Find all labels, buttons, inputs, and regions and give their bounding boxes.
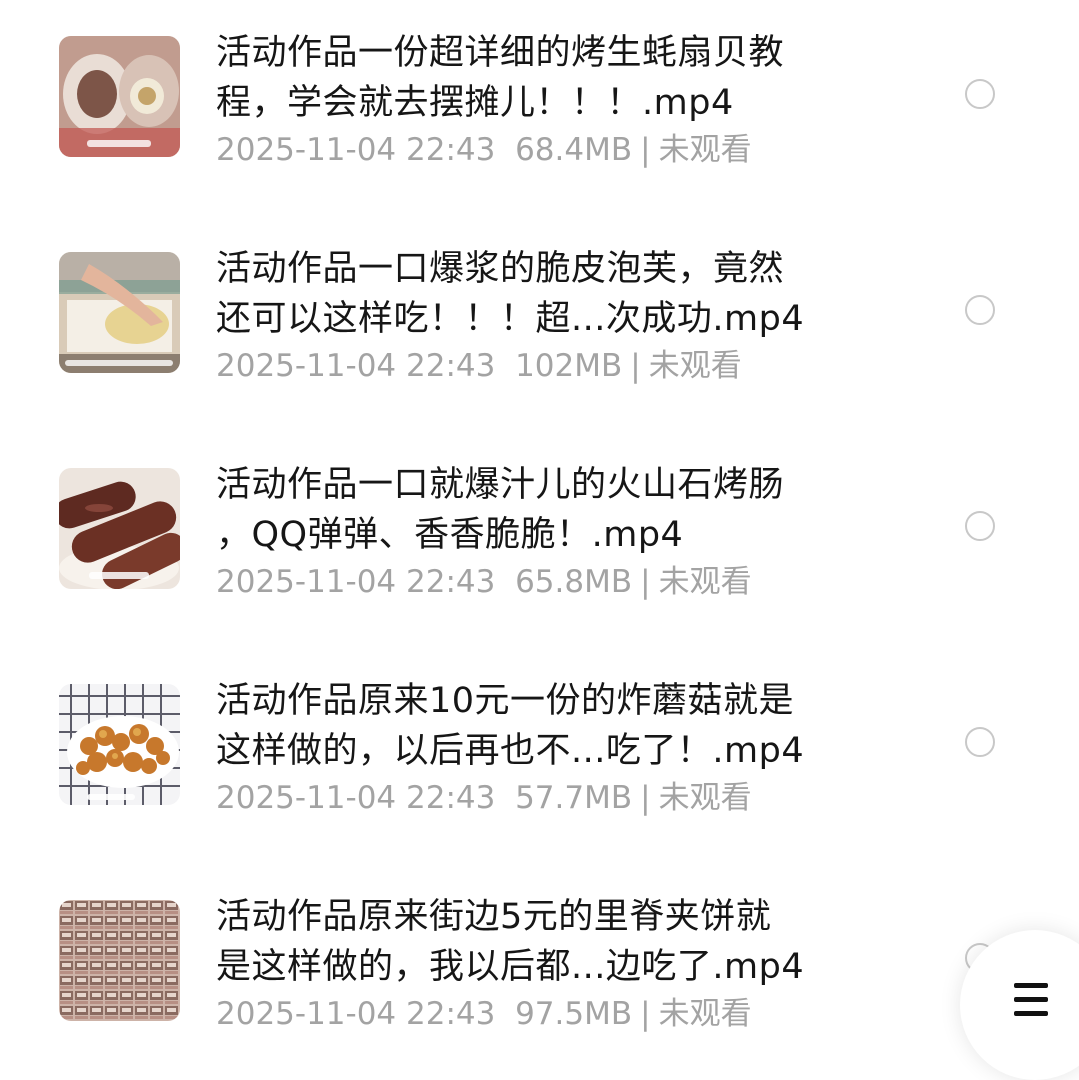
select-radio[interactable]	[965, 295, 995, 325]
video-thumbnail[interactable]	[59, 900, 180, 1021]
list-item[interactable]: 活动作品原来10元一份的炸蘑菇就是 这样做的，以后再也不...吃了！.mp4 2…	[0, 648, 1079, 864]
meta-separator: |	[640, 996, 651, 1032]
select-radio[interactable]	[965, 511, 995, 541]
meta-separator: |	[640, 132, 651, 168]
video-meta: 2025-11-04 22:43 97.5MB | 未观看	[216, 990, 752, 1038]
list-item[interactable]: 活动作品原来街边5元的里脊夹饼就 是这样做的，我以后都...边吃了.mp4 20…	[0, 864, 1079, 1080]
video-size: 97.5MB	[515, 996, 633, 1032]
video-thumbnail[interactable]	[59, 252, 180, 373]
select-radio[interactable]	[965, 79, 995, 109]
scallop-thumbnail-icon	[59, 36, 180, 157]
video-title: 活动作品一口爆浆的脆皮泡芙，竟然 还可以这样吃！！！超...次成功.mp4	[216, 249, 805, 339]
video-meta: 2025-11-04 22:43 65.8MB | 未观看	[216, 558, 752, 606]
watch-status: 未观看	[658, 564, 752, 600]
video-size: 68.4MB	[515, 132, 633, 168]
watch-status: 未观看	[648, 348, 742, 384]
video-size: 102MB	[515, 348, 623, 384]
video-title: 活动作品一份超详细的烤生蚝扇贝教 程，学会就去摆摊儿！！！.mp4	[216, 33, 785, 123]
video-date: 2025-11-04 22:43	[216, 996, 496, 1032]
pancake-grid-thumbnail-icon	[59, 900, 180, 1021]
meta-separator: |	[640, 780, 651, 816]
sausage-thumbnail-icon	[59, 468, 180, 589]
video-title: 活动作品原来街边5元的里脊夹饼就 是这样做的，我以后都...边吃了.mp4	[216, 897, 805, 987]
video-meta: 2025-11-04 22:43 102MB | 未观看	[216, 342, 742, 390]
video-title: 活动作品一口就爆汁儿的火山石烤肠 ，QQ弹弹、香香脆脆！.mp4	[216, 465, 785, 555]
select-radio[interactable]	[965, 727, 995, 757]
list-item[interactable]: 活动作品一口爆浆的脆皮泡芙，竟然 还可以这样吃！！！超...次成功.mp4 20…	[0, 216, 1079, 432]
meta-separator: |	[640, 564, 651, 600]
video-thumbnail[interactable]	[59, 468, 180, 589]
video-date: 2025-11-04 22:43	[216, 564, 496, 600]
video-list: 活动作品一份超详细的烤生蚝扇贝教 程，学会就去摆摊儿！！！.mp4 2025-1…	[0, 0, 1079, 1080]
video-date: 2025-11-04 22:43	[216, 132, 496, 168]
video-thumbnail[interactable]	[59, 684, 180, 805]
video-date: 2025-11-04 22:43	[216, 348, 496, 384]
video-date: 2025-11-04 22:43	[216, 780, 496, 816]
video-title: 活动作品原来10元一份的炸蘑菇就是 这样做的，以后再也不...吃了！.mp4	[216, 681, 805, 771]
video-thumbnail[interactable]	[59, 36, 180, 157]
fried-mushroom-thumbnail-icon	[59, 684, 180, 805]
meta-separator: |	[630, 348, 641, 384]
watch-status: 未观看	[658, 996, 752, 1032]
list-item[interactable]: 活动作品一份超详细的烤生蚝扇贝教 程，学会就去摆摊儿！！！.mp4 2025-1…	[0, 0, 1079, 216]
video-meta: 2025-11-04 22:43 68.4MB | 未观看	[216, 126, 752, 174]
video-size: 57.7MB	[515, 780, 633, 816]
video-size: 65.8MB	[515, 564, 633, 600]
watch-status: 未观看	[658, 780, 752, 816]
watch-status: 未观看	[658, 132, 752, 168]
puff-dough-thumbnail-icon	[59, 252, 180, 373]
video-meta: 2025-11-04 22:43 57.7MB | 未观看	[216, 774, 752, 822]
list-item[interactable]: 活动作品一口就爆汁儿的火山石烤肠 ，QQ弹弹、香香脆脆！.mp4 2025-11…	[0, 432, 1079, 648]
